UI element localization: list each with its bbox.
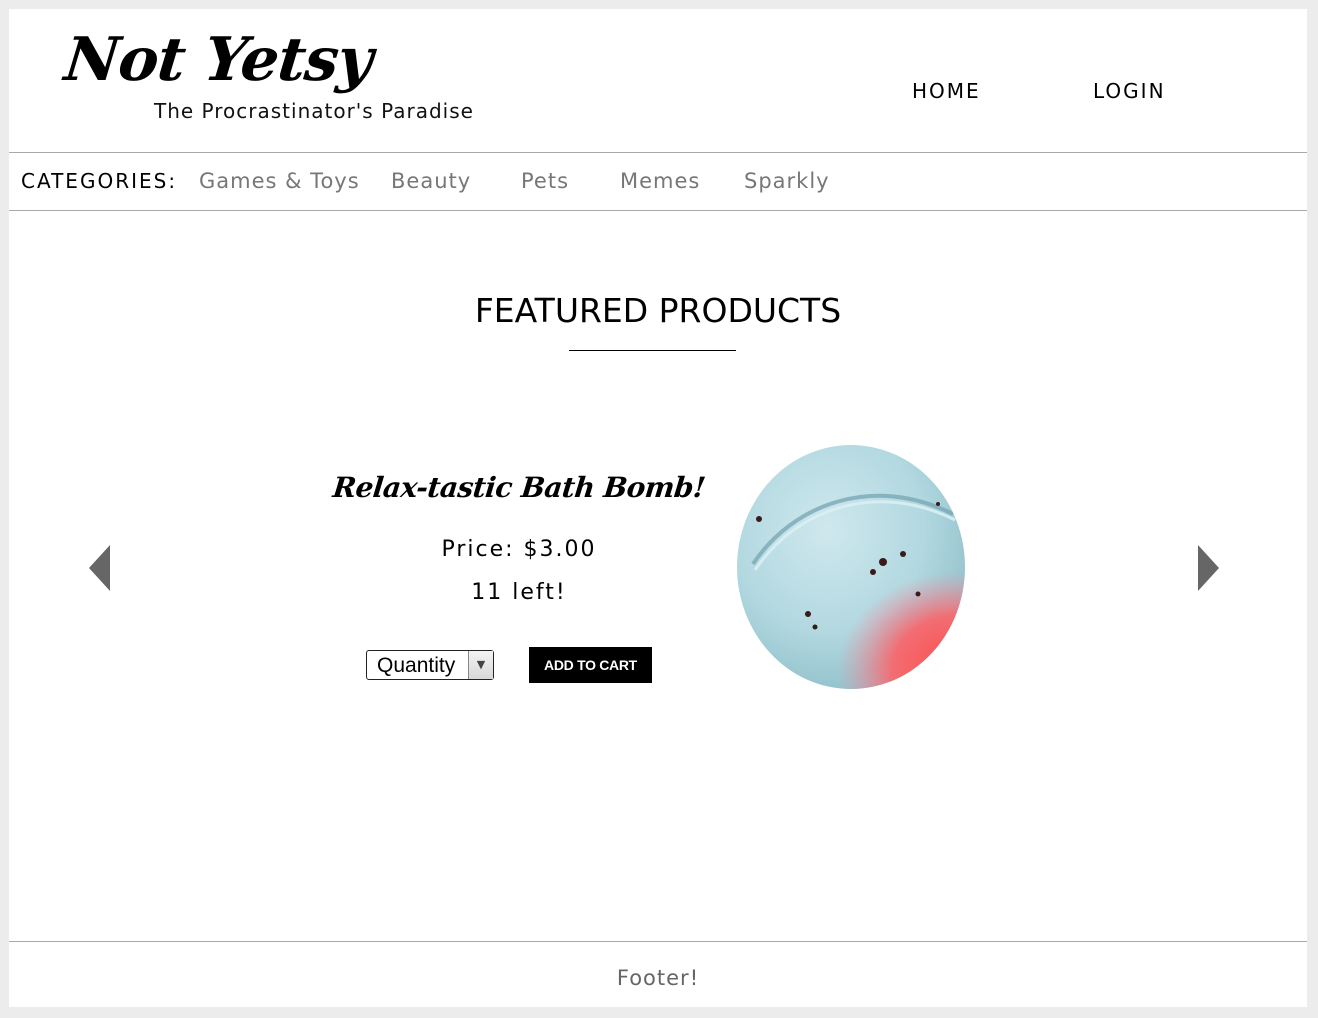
add-to-cart-button[interactable]: ADD TO CART [529, 647, 652, 683]
category-beauty[interactable]: Beauty [391, 169, 471, 193]
category-games-toys[interactable]: Games & Toys [199, 169, 360, 193]
featured-products-heading: FEATURED PRODUCTS [474, 291, 842, 330]
nav-home-link[interactable]: HOME [912, 79, 981, 103]
arrow-right-icon[interactable] [1198, 545, 1219, 591]
chevron-down-icon[interactable]: ▼ [468, 651, 493, 679]
site-footer: Footer! [9, 941, 1307, 1008]
page: Not Yetsy The Procrastinator's Paradise … [9, 9, 1307, 1007]
bath-bomb-image [737, 445, 965, 689]
site-tagline: The Procrastinator's Paradise [154, 99, 474, 123]
categories-label: CATEGORIES: [21, 169, 178, 193]
arrow-left-icon[interactable] [89, 545, 110, 591]
category-pets[interactable]: Pets [521, 169, 569, 193]
category-bar: CATEGORIES: Games & Toys Beauty Pets Mem… [9, 153, 1307, 211]
product-name: Relax-tastic Bath Bomb! [331, 471, 707, 504]
site-header: Not Yetsy The Procrastinator's Paradise … [9, 9, 1307, 153]
heading-underline [569, 350, 736, 351]
product-price: Price: $3.00 [441, 537, 597, 562]
product-stock: 11 left! [471, 580, 567, 605]
quantity-select[interactable]: Quantity ▼ [366, 650, 494, 680]
category-memes[interactable]: Memes [620, 169, 700, 193]
footer-text: Footer! [616, 966, 700, 990]
nav-login-link[interactable]: LOGIN [1093, 79, 1166, 103]
site-logo[interactable]: Not Yetsy [61, 25, 375, 95]
quantity-select-value: Quantity [377, 654, 456, 677]
category-sparkly[interactable]: Sparkly [744, 169, 830, 193]
